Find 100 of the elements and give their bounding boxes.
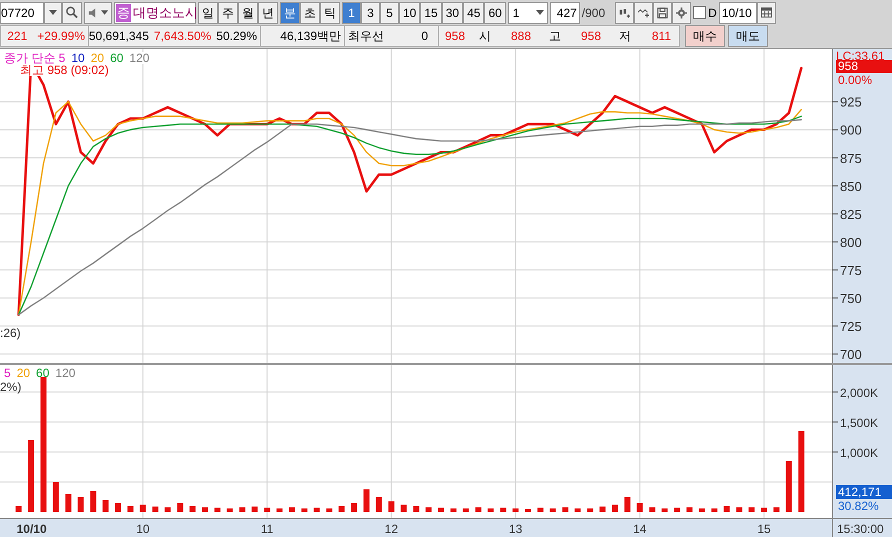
volume-bar (773, 507, 780, 512)
legend-label: 120 (129, 52, 150, 64)
period-tab[interactable]: 틱 (320, 2, 340, 24)
volume-bar (226, 508, 233, 512)
line-add-button[interactable] (634, 2, 654, 24)
legend-label: 20 (16, 367, 30, 379)
period-tab[interactable]: 분 (280, 2, 300, 24)
time-tick-label: 12 (384, 522, 398, 536)
volume-bar (537, 508, 544, 512)
legend-label: 20 (90, 52, 104, 64)
volume-bar (28, 440, 34, 512)
volume-bar (264, 508, 270, 512)
dropdown-button[interactable] (44, 2, 62, 24)
volume-bar (724, 506, 730, 512)
volume-bar (662, 508, 668, 512)
time-tick-label: 15 (757, 522, 771, 536)
volume-bar (736, 507, 742, 512)
period-tab[interactable]: 주 (218, 2, 238, 24)
candle-add-button[interactable] (615, 2, 634, 24)
volume-bar (52, 482, 59, 512)
period-tab[interactable]: 1 (342, 2, 361, 24)
speaker-button[interactable] (84, 2, 112, 24)
period-tab[interactable]: 30 (442, 2, 464, 24)
axis-tick-label: 850 (840, 178, 862, 194)
volume-bar (90, 491, 96, 512)
volume-bar (301, 508, 308, 512)
volume-bar (574, 508, 581, 512)
caret-icon (536, 10, 544, 15)
volume-bar (326, 508, 332, 512)
rate-marker: 2%) (0, 381, 22, 393)
caret-icon (100, 10, 108, 15)
volume-bar (102, 500, 109, 512)
volume-bar (376, 497, 382, 512)
volume-bar (600, 506, 606, 512)
calendar-button[interactable] (756, 2, 776, 24)
settings-button[interactable] (672, 2, 692, 24)
axis-tick-label: 900 (840, 122, 862, 138)
volume-bar (177, 503, 184, 512)
save-icon (657, 6, 668, 20)
period-tab[interactable]: 초 (300, 2, 320, 24)
high-marker: 최고 958 (09:02) (20, 64, 109, 76)
change-value: 221 (7, 30, 28, 42)
volume-value: 50,691,345 (88, 30, 149, 42)
stock-name-field[interactable]: 증 대명소노시 (114, 2, 196, 24)
axis-tick-label: 750 (840, 290, 862, 306)
volume-bar (413, 506, 420, 512)
volume-bar (288, 507, 295, 512)
period-tab[interactable]: 월 (238, 2, 258, 24)
volume-bar (488, 508, 494, 512)
interval-select[interactable]: 1 (508, 2, 548, 24)
d-checkbox[interactable] (693, 6, 706, 19)
sell-button[interactable]: 매도 (728, 25, 768, 47)
volume-bar (587, 508, 594, 512)
axis-tick-label: 925 (840, 94, 862, 110)
search-button[interactable] (62, 2, 82, 24)
period-tab[interactable]: 15 (420, 2, 442, 24)
date-field[interactable]: 10/10 (718, 2, 757, 24)
period-tab[interactable]: 5 (380, 2, 399, 24)
volume-bar (550, 508, 556, 512)
current-volume-label: 412,171 (836, 485, 892, 499)
high-price: 958 (580, 30, 601, 42)
best-price-label: 최우선 (348, 30, 384, 42)
volume-bar (711, 508, 718, 512)
axis-tick-label: 725 (840, 319, 862, 334)
stock-code-field[interactable]: 07720 (0, 2, 44, 24)
volume-bar (686, 507, 692, 512)
period-tab[interactable]: 45 (463, 2, 484, 24)
open-label: 시 (479, 30, 491, 42)
time-tick-label: 10 (136, 522, 150, 536)
turnover-rate: 50.29% (216, 30, 257, 42)
count-max: /900 (582, 4, 606, 22)
period-tab[interactable]: 60 (484, 2, 506, 24)
volume-bar (475, 507, 482, 512)
period-tab[interactable]: 년 (258, 2, 278, 24)
volume-bar (115, 503, 122, 512)
volume-bar (239, 507, 246, 512)
volume-bar (400, 504, 407, 512)
low-label: 저 (619, 30, 631, 42)
volume-bar (202, 507, 208, 512)
volume-bar (164, 507, 171, 512)
buy-button[interactable]: 매수 (685, 25, 725, 47)
axis-tick-label: 800 (840, 234, 862, 250)
period-tab[interactable]: 10 (399, 2, 420, 24)
volume-bar (450, 508, 456, 512)
volume-bar (462, 508, 469, 512)
period-tab[interactable]: 일 (198, 2, 218, 24)
legend-label: 10 (71, 52, 85, 64)
time-marker: :26) (0, 327, 21, 339)
period-tab[interactable]: 3 (361, 2, 380, 24)
trade-amount: 46,139백만 (280, 30, 341, 42)
axis-tick-label: 775 (840, 262, 862, 278)
count-field[interactable]: 427 (550, 2, 580, 24)
save-button[interactable] (653, 2, 672, 24)
stock-name: 대명소노시 (133, 4, 198, 22)
volume-bar (525, 509, 531, 512)
volume-bar (624, 497, 630, 512)
change-rate: +29.99% (37, 30, 85, 42)
volume-bar (351, 503, 358, 512)
volume-bar (500, 508, 506, 512)
stock-type-badge: 증 (116, 4, 131, 22)
